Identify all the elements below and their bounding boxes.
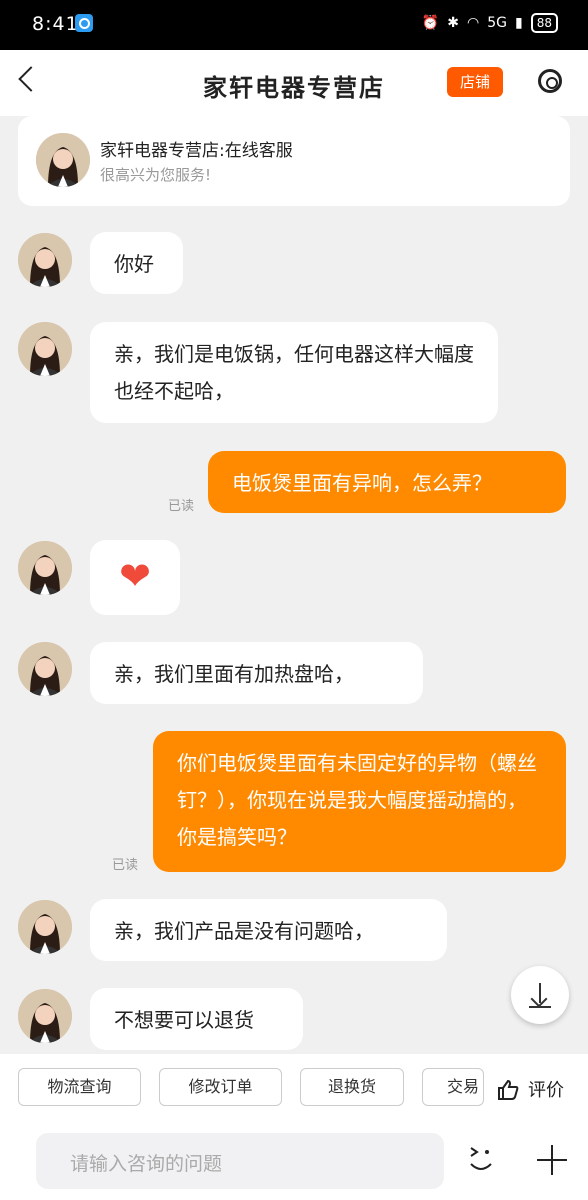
agent-avatar (18, 322, 72, 376)
shop-button[interactable]: 店铺 (447, 67, 503, 97)
agent-avatar (18, 900, 72, 954)
app-notification-icon (75, 14, 93, 32)
status-time: 8:41 (32, 13, 79, 35)
read-receipt: 已读 (112, 858, 139, 873)
quick-action-modify-order[interactable]: 修改订单 (159, 1068, 282, 1106)
message-input[interactable]: 请输入咨询的问题 (36, 1133, 444, 1189)
thumbs-up-icon (498, 1079, 519, 1100)
plus-icon[interactable] (537, 1145, 567, 1175)
bottom-bar: 物流查询 修改订单 退换货 交易 评价 请输入咨询的问题 (0, 1054, 588, 1200)
quick-action-return-exchange[interactable]: 退换货 (300, 1068, 404, 1106)
review-label: 评价 (528, 1080, 564, 1101)
agent-message-bubble[interactable]: 不想要可以退货 (90, 988, 303, 1050)
service-subtitle: 很高兴为您服务! (100, 166, 212, 184)
agent-message-bubble[interactable]: 亲，我们里面有加热盘哈， (90, 642, 423, 704)
alarm-icon: ⏰ (421, 15, 440, 31)
emoji-icon[interactable] (465, 1142, 497, 1174)
bluetooth-icon: ✱ (447, 15, 460, 31)
heart-emoji-icon: ❤ (119, 554, 151, 598)
network-label: 5G (487, 15, 507, 31)
battery-indicator: 88 (530, 13, 558, 33)
settings-gear-icon[interactable] (538, 69, 562, 93)
scroll-to-bottom-button[interactable] (511, 966, 569, 1024)
signal-icon: ▮ (515, 15, 523, 31)
status-icons: ⏰ ✱ ◠ 5G ▮ 88 (422, 13, 558, 33)
quick-action-logistics[interactable]: 物流查询 (18, 1068, 141, 1106)
agent-message-bubble[interactable]: 亲，我们产品是没有问题哈， (90, 899, 447, 961)
read-receipt: 已读 (168, 499, 195, 514)
download-arrow-icon (529, 1006, 551, 1008)
agent-avatar (18, 541, 72, 595)
wifi-icon: ◠ (467, 15, 480, 31)
input-placeholder: 请输入咨询的问题 (70, 1153, 223, 1175)
agent-avatar (36, 133, 90, 187)
status-bar: 8:41 ⏰ ✱ ◠ 5G ▮ 88 (0, 0, 588, 50)
quick-action-transaction[interactable]: 交易 (422, 1068, 484, 1106)
user-message-bubble[interactable]: 你们电饭煲里面有未固定好的异物（螺丝钉？），你现在说是我大幅度摇动搞的，你是搞笑… (153, 731, 566, 872)
agent-avatar (18, 989, 72, 1043)
review-button[interactable]: 评价 (498, 1076, 564, 1102)
agent-message-bubble[interactable]: 亲，我们是电饭锅，任何电器这样大幅度也经不起哈， (90, 322, 498, 423)
agent-message-bubble[interactable]: 你好 (90, 232, 183, 294)
agent-avatar (18, 642, 72, 696)
agent-message-bubble[interactable]: ❤ (90, 540, 180, 615)
user-message-bubble[interactable]: 电饭煲里面有异响，怎么弄？ (208, 451, 566, 513)
chat-header: 家轩电器专营店 店铺 (0, 50, 588, 116)
service-name: 家轩电器专营店:在线客服 (100, 141, 293, 161)
service-info-card: 家轩电器专营店:在线客服 很高兴为您服务! (18, 116, 570, 206)
agent-avatar (18, 233, 72, 287)
